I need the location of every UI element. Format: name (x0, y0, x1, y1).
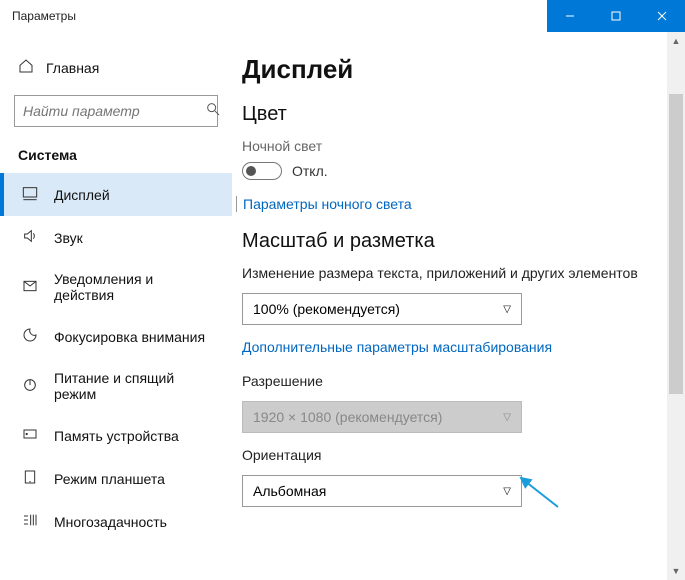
vertical-scrollbar[interactable]: ▲ ▼ (667, 32, 685, 580)
sound-icon (22, 228, 38, 247)
sidebar-item-power[interactable]: Питание и спящий режим (0, 358, 232, 414)
section-color: Цвет (242, 103, 659, 126)
scale-description: Изменение размера текста, приложений и д… (242, 265, 659, 281)
sidebar-item-sound[interactable]: Звук (0, 216, 232, 259)
sidebar-nav: Дисплей Звук Уведомления и действия Фоку… (0, 173, 232, 543)
sidebar-home[interactable]: Главная (0, 50, 232, 91)
home-icon (18, 58, 34, 77)
orientation-value: Альбомная (253, 483, 326, 499)
sidebar-item-label: Звук (54, 230, 83, 246)
minimize-button[interactable] (547, 0, 593, 32)
sidebar-item-notifications[interactable]: Уведомления и действия (0, 259, 232, 315)
scale-value: 100% (рекомендуется) (253, 301, 400, 317)
search-field[interactable] (23, 103, 205, 119)
scroll-down-icon[interactable]: ▼ (667, 562, 685, 580)
window-controls (547, 0, 685, 32)
main-content: Дисплей Цвет Ночной свет Откл. Параметры… (232, 32, 667, 580)
sidebar-section-label: Система (0, 147, 232, 173)
sidebar-item-label: Фокусировка внимания (54, 329, 205, 345)
sidebar-item-label: Уведомления и действия (54, 271, 214, 303)
sidebar-item-label: Режим планшета (54, 471, 165, 487)
orientation-label: Ориентация (242, 447, 659, 463)
multitask-icon (22, 512, 38, 531)
sidebar-item-storage[interactable]: Память устройства (0, 414, 232, 457)
resolution-value: 1920 × 1080 (рекомендуется) (253, 409, 442, 425)
sidebar-item-display[interactable]: Дисплей (0, 173, 232, 216)
tablet-icon (22, 469, 38, 488)
night-light-settings-link[interactable]: Параметры ночного света (243, 196, 659, 212)
sidebar-item-label: Многозадачность (54, 514, 167, 530)
display-icon (22, 185, 38, 204)
section-scale: Масштаб и разметка (242, 230, 659, 253)
night-light-state: Откл. (292, 163, 328, 179)
scroll-up-icon[interactable]: ▲ (667, 32, 685, 50)
focus-icon (22, 327, 38, 346)
scale-dropdown[interactable]: 100% (рекомендуется) ▽ (242, 293, 522, 325)
orientation-dropdown[interactable]: Альбомная ▽ (242, 475, 522, 507)
advanced-scaling-link[interactable]: Дополнительные параметры масштабирования (242, 339, 659, 355)
sidebar-item-label: Дисплей (54, 187, 110, 203)
sidebar: Главная Система Дисплей Звук Уведомления… (0, 32, 232, 580)
chevron-down-icon: ▽ (503, 304, 511, 315)
sidebar-home-label: Главная (46, 60, 99, 76)
scroll-thumb[interactable] (669, 94, 683, 394)
notifications-icon (22, 278, 38, 297)
resolution-dropdown[interactable]: 1920 × 1080 (рекомендуется) ▽ (242, 401, 522, 433)
titlebar: Параметры (0, 0, 685, 32)
sidebar-item-tablet[interactable]: Режим планшета (0, 457, 232, 500)
window-title: Параметры (0, 9, 76, 23)
close-button[interactable] (639, 0, 685, 32)
sidebar-item-label: Питание и спящий режим (54, 370, 214, 402)
chevron-down-icon: ▽ (503, 486, 511, 497)
chevron-down-icon: ▽ (503, 412, 511, 423)
sidebar-item-multitask[interactable]: Многозадачность (0, 500, 232, 543)
search-input[interactable] (14, 95, 218, 127)
storage-icon (22, 426, 38, 445)
page-title: Дисплей (242, 54, 659, 85)
resolution-label: Разрешение (242, 373, 659, 389)
night-light-toggle[interactable] (242, 162, 282, 180)
sidebar-item-label: Память устройства (54, 428, 179, 444)
sidebar-item-focus[interactable]: Фокусировка внимания (0, 315, 232, 358)
night-light-label: Ночной свет (242, 138, 659, 154)
maximize-button[interactable] (593, 0, 639, 32)
power-icon (22, 377, 38, 396)
search-icon (205, 101, 221, 122)
